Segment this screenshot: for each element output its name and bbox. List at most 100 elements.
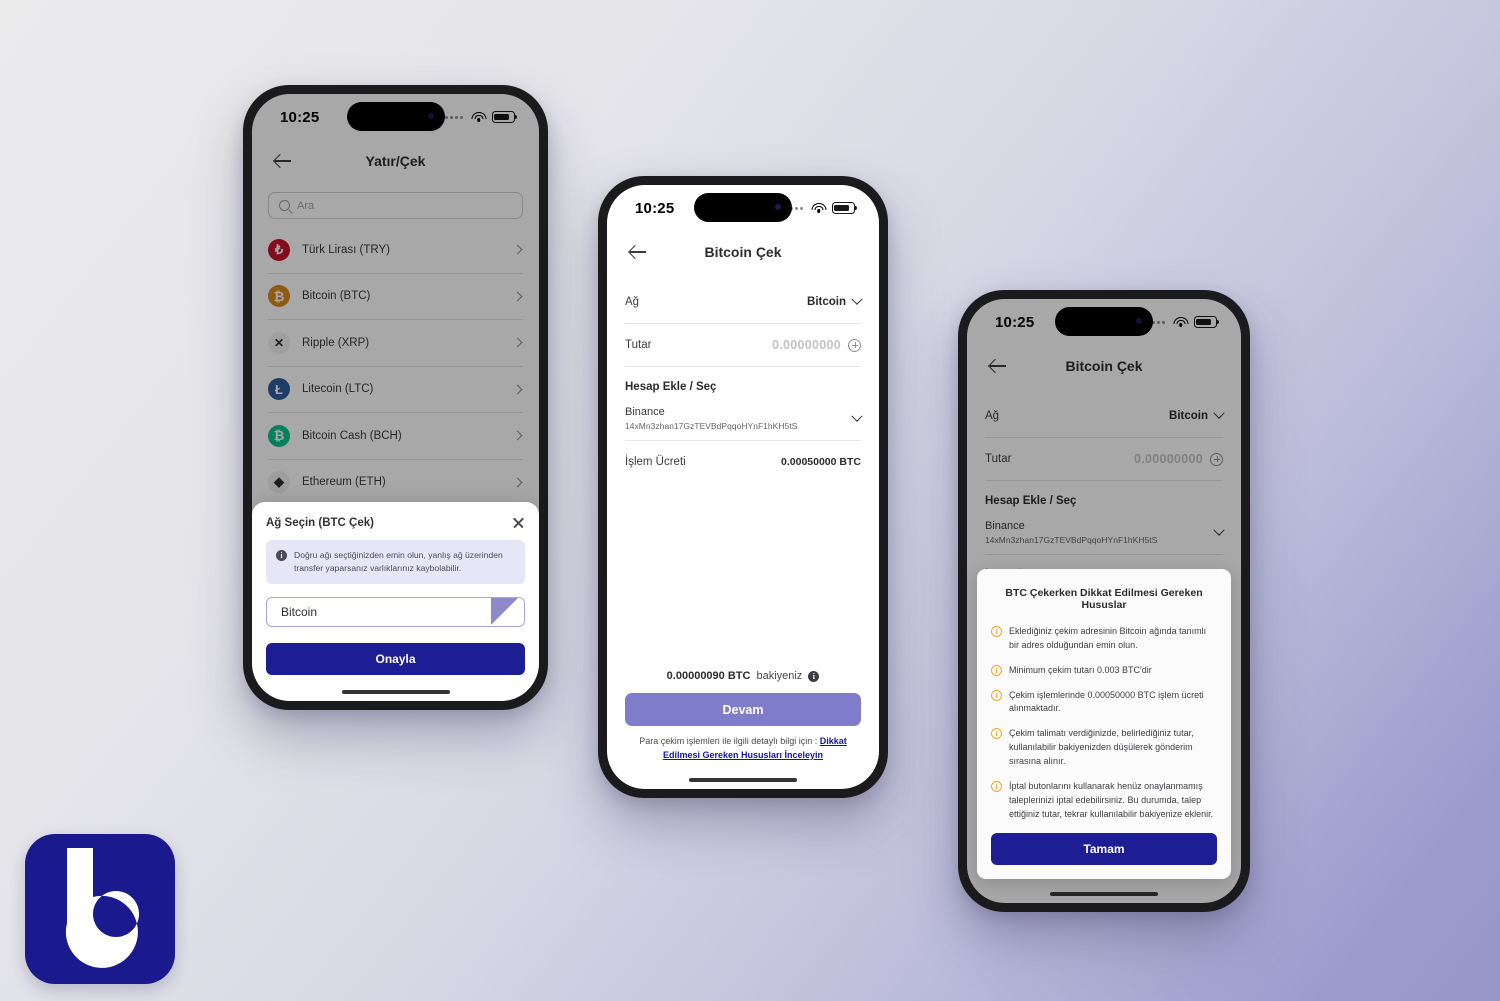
chevron-down-icon (1213, 407, 1225, 419)
withdraw-form: Ağ Bitcoin Tutar 0.00000000 Hesap Ekle /… (967, 387, 1241, 597)
confirm-button[interactable]: Onayla (266, 643, 525, 675)
amount-input[interactable]: 0.00000000 (1134, 452, 1203, 466)
balance-amount: 0.00000090 BTC (666, 670, 751, 683)
info-icon: i (991, 689, 1002, 701)
coin-label: Türk Lirası (TRY) (302, 243, 390, 256)
network-row[interactable]: Ağ Bitcoin (625, 281, 863, 324)
network-value: Bitcoin (807, 296, 846, 308)
network-select-sheet: Ağ Seçin (BTC Çek) i Doğru ağı seçtiğini… (252, 502, 539, 701)
max-amount-icon[interactable] (1210, 452, 1223, 466)
network-label: Ağ (985, 410, 1000, 422)
info-icon: i (991, 664, 1002, 676)
amount-label: Tutar (625, 339, 652, 351)
max-amount-icon[interactable] (848, 338, 861, 352)
account-name: Binance (985, 520, 1025, 532)
chevron-right-icon (512, 430, 523, 441)
phone-2-screen: 10:25 Bitcoin Çek Ağ Bitcoin Tutar 0.000… (607, 185, 879, 789)
network-value-wrap[interactable]: Bitcoin (807, 293, 863, 308)
phone-2-withdraw-form: 10:25 Bitcoin Çek Ağ Bitcoin Tutar 0.000… (598, 176, 888, 798)
info-text: Doğru ağı seçtiğinizden emin olun, yanlı… (294, 550, 503, 574)
phone-1-screen: 10:25 Yatır/Çek Ara ₺ Türk Lirası (TRY) (252, 94, 539, 701)
bullet-text: Çekim talimatı verdiğinizde, belirlediği… (1009, 728, 1194, 767)
list-item[interactable]: ◆ Ethereum (ETH) (268, 460, 523, 506)
chevron-down-icon[interactable] (1213, 524, 1225, 536)
network-select-option[interactable]: Bitcoin (266, 597, 525, 627)
amount-row[interactable]: Tutar 0.00000000 (625, 324, 861, 367)
bullet-text: İptal butonlarını kullanarak henüz onayl… (1009, 781, 1214, 820)
home-indicator (341, 690, 450, 694)
amount-input[interactable]: 0.00000000 (772, 338, 841, 352)
list-item[interactable]: ₺ Türk Lirası (TRY) (268, 227, 523, 274)
wifi-icon (471, 111, 486, 123)
dynamic-island (1055, 307, 1153, 336)
modal-bullet: i Çekim işlemlerinde 0.00050000 BTC işle… (991, 689, 1217, 717)
list-item[interactable]: ✕ Ripple (XRP) (268, 320, 523, 367)
continue-button[interactable]: Devam (625, 693, 861, 727)
network-select-value: Bitcoin (281, 605, 318, 619)
chevron-down-icon[interactable] (851, 410, 863, 422)
sheet-title: Ağ Seçin (BTC Çek) (266, 516, 374, 529)
search-placeholder: Ara (297, 199, 315, 212)
coin-label: Bitcoin (BTC) (302, 290, 371, 303)
btc-icon: ₿ (268, 285, 290, 308)
chevron-right-icon (512, 384, 523, 395)
modal-title: BTC Çekerken Dikkat Edilmesi Gereken Hus… (1005, 586, 1203, 611)
list-item[interactable]: ₿ Bitcoin (BTC) (268, 274, 523, 320)
dynamic-island (694, 193, 792, 222)
status-time: 10:25 (280, 108, 320, 126)
network-label: Ağ (625, 296, 640, 308)
withdraw-form: Ağ Bitcoin Tutar 0.00000000 Hesap Ekle /… (607, 273, 879, 483)
search-icon (279, 200, 290, 211)
account-row[interactable]: Binance 14xMn3zhan17GzTEVBdPqqoHYnF1hKH5… (985, 511, 1225, 555)
app-logo (25, 834, 175, 984)
bullet-text: Eklediğiniz çekim adresinin Bitcoin ağın… (1009, 625, 1207, 650)
status-time: 10:25 (995, 313, 1035, 331)
info-banner: i Doğru ağı seçtiğinizden emin olun, yan… (266, 540, 525, 584)
chevron-right-icon (512, 291, 523, 302)
account-name: Binance (625, 406, 665, 418)
network-value: Bitcoin (1169, 410, 1208, 422)
dynamic-island (346, 102, 445, 131)
battery-icon (832, 202, 858, 214)
account-section-title: Hesap Ekle / Seç (625, 381, 717, 393)
page-title: Bitcoin Çek (704, 244, 782, 260)
modal-bullet: i Minimum çekim tutarı 0.003 BTC'dir (991, 664, 1217, 678)
home-indicator (1050, 892, 1158, 896)
coin-label: Litecoin (LTC) (302, 383, 374, 396)
info-icon[interactable]: i (808, 670, 820, 682)
footer-note: Para çekim işlemleri ile ilgili detaylı … (625, 735, 861, 763)
balance-suffix: bakiyeniz (756, 670, 803, 683)
phone-3-screen: 10:25 Bitcoin Çek Ağ Bitcoin Tutar 0.000… (967, 299, 1241, 903)
list-item[interactable]: Ł Litecoin (LTC) (268, 367, 523, 413)
amount-row[interactable]: Tutar 0.00000000 (985, 438, 1223, 481)
battery-icon (1194, 316, 1220, 328)
chevron-right-icon (512, 477, 523, 488)
withdraw-footer: 0.00000090 BTC bakiyeniz i Devam Para çe… (607, 670, 879, 763)
page-title: Yatır/Çek (365, 153, 426, 169)
search-input[interactable]: Ara (268, 192, 523, 219)
chevron-down-icon (851, 293, 863, 305)
fee-row: İşlem Ücreti 0.00050000 BTC (625, 441, 861, 483)
ok-button[interactable]: Tamam (991, 833, 1217, 865)
account-row[interactable]: Binance 14xMn3zhan17GzTEVBdPqqoHYnF1hKH5… (625, 397, 863, 441)
fee-label: İşlem Ücreti (625, 456, 686, 468)
xrp-icon: ✕ (268, 331, 290, 354)
fee-value: 0.00050000 BTC (781, 456, 861, 468)
list-item[interactable]: ₿ Bitcoin Cash (BCH) (268, 413, 523, 460)
status-time: 10:25 (635, 199, 675, 217)
ltc-icon: Ł (268, 378, 290, 401)
network-row[interactable]: Ağ Bitcoin (985, 395, 1225, 438)
eth-icon: ◆ (268, 471, 290, 494)
amount-label: Tutar (985, 453, 1012, 465)
logo-b-glyph (65, 848, 139, 968)
account-section-title: Hesap Ekle / Seç (985, 495, 1077, 507)
chevron-right-icon (512, 337, 523, 348)
coin-label: Ethereum (ETH) (302, 476, 386, 489)
close-icon[interactable] (512, 516, 525, 529)
info-icon: i (991, 781, 1002, 793)
phone-1-currency-list: 10:25 Yatır/Çek Ara ₺ Türk Lirası (TRY) (243, 85, 548, 710)
cellular-signal-icon (445, 115, 463, 119)
footer-note-prefix: Para çekim işlemleri ile ilgili detaylı … (639, 736, 820, 747)
selected-corner (491, 598, 524, 626)
phone-3-info-modal: 10:25 Bitcoin Çek Ağ Bitcoin Tutar 0.000… (958, 290, 1250, 912)
